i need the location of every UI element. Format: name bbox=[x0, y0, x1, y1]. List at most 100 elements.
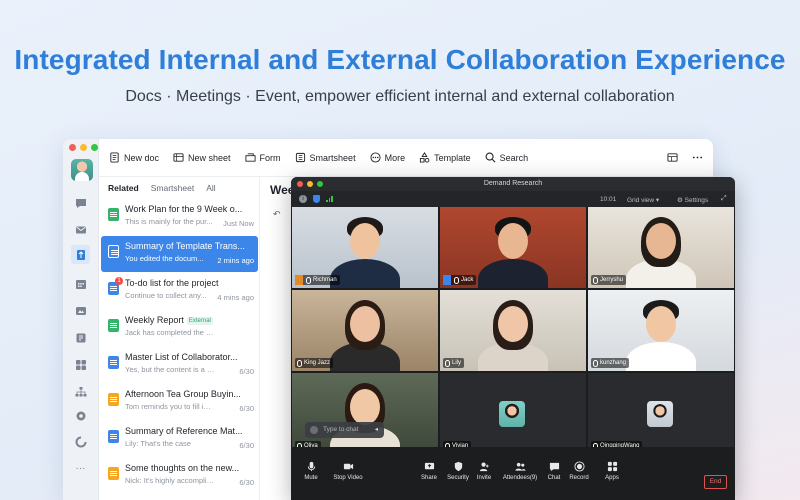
form-button[interactable]: Form bbox=[245, 152, 281, 163]
video-tile[interactable]: Vivian bbox=[440, 373, 586, 454]
new-sheet-button[interactable]: New sheet bbox=[173, 152, 231, 163]
sheet-icon bbox=[108, 208, 119, 221]
video-meeting-icon[interactable] bbox=[74, 304, 87, 317]
chat-input[interactable]: Type to chat ◂ bbox=[305, 422, 384, 438]
video-tile[interactable]: Oliva bbox=[292, 373, 438, 454]
search-icon bbox=[485, 152, 496, 163]
form-icon bbox=[108, 393, 119, 406]
control-label: Record bbox=[569, 475, 589, 481]
more-button[interactable]: More bbox=[370, 152, 405, 163]
participant-face bbox=[646, 223, 676, 259]
more-apps-icon[interactable]: ··· bbox=[74, 462, 87, 475]
participant-face bbox=[498, 306, 528, 342]
info-icon[interactable]: i bbox=[299, 195, 307, 203]
grid-view-button[interactable]: Grid view ▾ bbox=[627, 196, 659, 204]
doc-list-item[interactable]: Summary of Reference Mat... Lily: That's … bbox=[101, 421, 258, 457]
chat-send-icon[interactable]: ◂ bbox=[375, 422, 378, 438]
microphone-icon bbox=[454, 276, 459, 284]
participant-name-tag: Lily bbox=[443, 358, 465, 368]
video-tile[interactable]: Jerryshu bbox=[588, 207, 734, 288]
doc-list-item[interactable]: 1 To-do list for the project Continue to c… bbox=[101, 273, 258, 309]
control-label: Attendees(9) bbox=[502, 475, 538, 481]
participant-avatar bbox=[499, 401, 525, 427]
doc-list-item[interactable]: Summary of Template Trans... You edited t… bbox=[101, 236, 258, 272]
video-tile[interactable]: kunzhang bbox=[588, 290, 734, 371]
participant-face bbox=[350, 389, 380, 425]
meeting-title: Demand Research bbox=[291, 177, 735, 191]
tab-all[interactable]: All bbox=[206, 183, 215, 197]
control-mute-button[interactable]: Mute bbox=[291, 461, 331, 481]
doc-title: Work Plan for the 9 Week o... bbox=[125, 204, 245, 214]
more-options-icon[interactable] bbox=[692, 152, 703, 163]
user-avatar[interactable] bbox=[71, 159, 93, 181]
calendar-icon[interactable] bbox=[74, 277, 87, 290]
doc-timestamp: 6/30 bbox=[239, 404, 254, 413]
record-icon bbox=[573, 461, 585, 472]
video-tile[interactable]: King Jazz bbox=[292, 290, 438, 371]
video-tile[interactable]: Lily bbox=[440, 290, 586, 371]
microphone-icon bbox=[306, 276, 311, 284]
control-stop-video-button[interactable]: Stop Video bbox=[328, 461, 368, 481]
search-button[interactable]: Search bbox=[485, 152, 528, 163]
doc-timestamp: 6/30 bbox=[239, 478, 254, 487]
end-meeting-button[interactable]: End bbox=[704, 475, 727, 489]
doc-list-item[interactable]: Master List of Collaborator... Yes, but t… bbox=[101, 347, 258, 383]
control-invite-button[interactable]: Invite bbox=[464, 461, 504, 481]
fullscreen-icon[interactable]: ⤢ bbox=[721, 195, 727, 203]
doc-list-item[interactable]: Afternoon Tea Group Buyin... Tom reminds … bbox=[101, 384, 258, 420]
doc-list-item[interactable]: Weekly Report External Jack has completed … bbox=[101, 310, 258, 346]
video-tile[interactable]: Jack bbox=[440, 207, 586, 288]
meeting-maximize-button[interactable] bbox=[317, 181, 323, 187]
microphone-icon bbox=[593, 276, 598, 284]
workplace-icon[interactable] bbox=[74, 358, 87, 371]
doc-title-text: Some thoughts on the new... bbox=[125, 463, 240, 473]
doc-list-tabs: Related Smartsheet All bbox=[99, 177, 259, 197]
meeting-minimize-button[interactable] bbox=[307, 181, 313, 187]
external-badge: External bbox=[186, 317, 213, 325]
doc-description: This is mainly for the pur... bbox=[125, 217, 213, 226]
doc-list-item[interactable]: Some thoughts on the new... Nick: It's hi… bbox=[101, 458, 258, 494]
microphone-icon bbox=[593, 359, 598, 367]
undo-icon[interactable]: ↶ bbox=[273, 209, 281, 220]
settings-gear-icon[interactable] bbox=[74, 409, 87, 422]
control-apps-button[interactable]: Apps bbox=[592, 461, 632, 481]
nav-rail: ··· bbox=[63, 139, 99, 500]
participant-face bbox=[646, 306, 676, 342]
doc-list-item[interactable]: Work Plan for the 9 Week o... This is mai… bbox=[101, 199, 258, 235]
approval-icon[interactable] bbox=[74, 331, 87, 344]
meeting-close-button[interactable] bbox=[297, 181, 303, 187]
layout-panel-icon[interactable] bbox=[667, 152, 678, 163]
doc-title-text: Weekly Report bbox=[125, 315, 184, 325]
template-label: Template bbox=[434, 152, 471, 163]
org-chart-icon[interactable] bbox=[74, 385, 87, 398]
cohost-icon bbox=[443, 275, 451, 285]
video-tile[interactable]: Richman bbox=[292, 207, 438, 288]
new-doc-button[interactable]: New doc bbox=[109, 152, 159, 163]
video-camera-icon bbox=[343, 463, 353, 470]
new-doc-icon bbox=[110, 152, 119, 163]
tab-related[interactable]: Related bbox=[108, 183, 139, 197]
doc-description: Tom reminds you to fill in the... bbox=[125, 402, 215, 411]
new-sheet-icon bbox=[173, 153, 184, 162]
maximize-window-button[interactable] bbox=[91, 144, 98, 151]
meeting-timer: 10:01 bbox=[600, 196, 617, 203]
control-label: Mute bbox=[304, 475, 318, 481]
meeting-settings-button[interactable]: ⚙ Settings bbox=[677, 196, 708, 204]
participant-name: Richman bbox=[313, 277, 337, 283]
tab-smartsheet[interactable]: Smartsheet bbox=[151, 183, 194, 197]
video-tile[interactable]: QingqingWang bbox=[588, 373, 734, 454]
template-button[interactable]: Template bbox=[419, 152, 471, 163]
messages-icon[interactable] bbox=[74, 196, 87, 209]
minimize-window-button[interactable] bbox=[80, 144, 87, 151]
refresh-icon[interactable] bbox=[74, 435, 87, 448]
close-window-button[interactable] bbox=[69, 144, 76, 151]
participant-name-tag: kunzhang bbox=[591, 358, 630, 368]
host-icon bbox=[295, 275, 303, 285]
security-shield-icon[interactable] bbox=[313, 195, 320, 203]
docs-icon[interactable] bbox=[71, 245, 90, 264]
participant-name: kunzhang bbox=[600, 360, 627, 366]
smartsheet-button[interactable]: Smartsheet bbox=[295, 152, 356, 163]
doc-timestamp: 6/30 bbox=[239, 367, 254, 376]
participant-name: Jerryshu bbox=[600, 277, 624, 283]
mail-icon[interactable] bbox=[74, 223, 87, 236]
